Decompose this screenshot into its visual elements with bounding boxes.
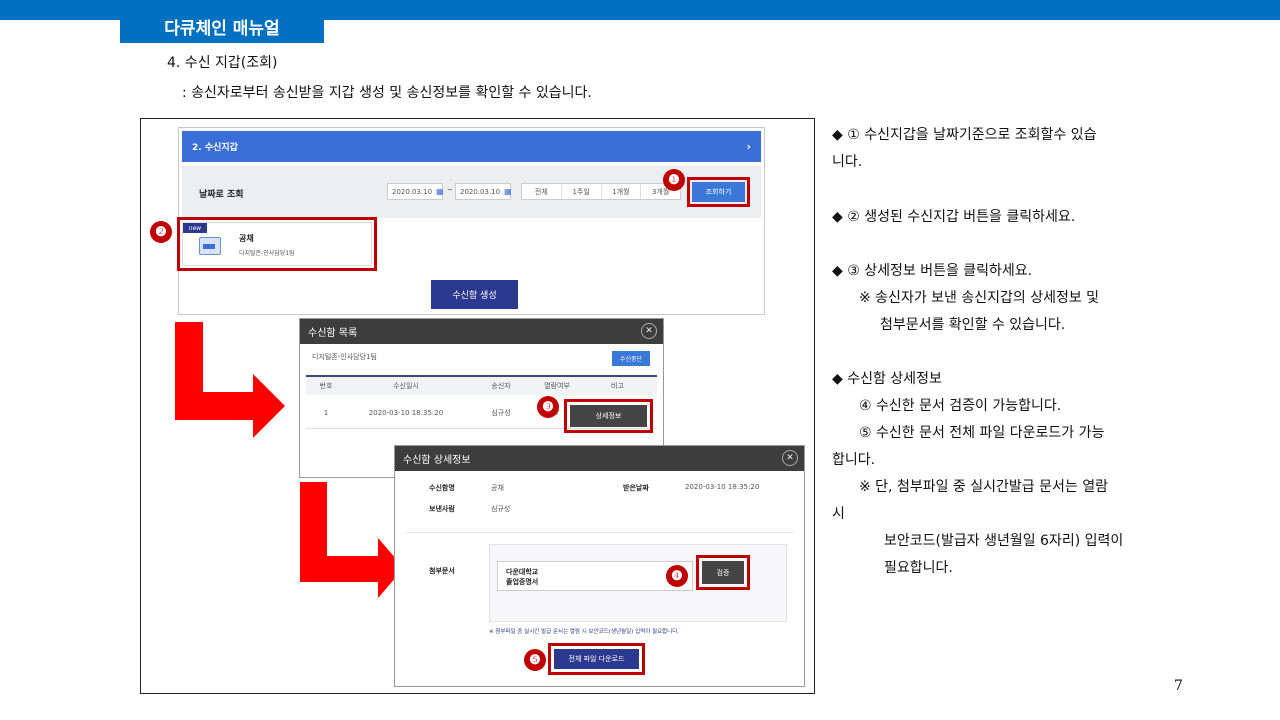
chevron-right-icon: › [746,140,751,153]
wallet-panel-header[interactable]: 2. 수신지갑 › [182,131,761,162]
date-to-input[interactable]: 2020.03.10 ▦ [455,183,512,200]
note-4b: ⑤ 수신한 문서 전체 파일 다운로드가 가능 [859,425,1105,441]
note-3a: ※ 송신자가 보낸 송신지갑의 상세정보 및 [859,290,1100,306]
range-month[interactable]: 1개월 [602,184,642,199]
inbox-org: 디지털존-인사담당1팀 [312,353,377,361]
calendar-icon: ▦ [436,187,444,196]
screenshot-frame: 2. 수신지갑 › 날짜로 조회 2020.03.10 ▦ ~ 2020.03.… [140,118,815,694]
note-4g: 필요합니다. [884,560,953,576]
marker-3: ❸ [537,396,559,418]
note-4e: 시 [832,506,845,522]
section-description: : 송신자로부터 송신받을 지갑 생성 및 송신정보를 확인할 수 있습니다. [182,85,592,101]
note-4f: 보안코드(발급자 생년월일 6자리) 입력이 [884,533,1124,549]
wallet-panel-title: 2. 수신지갑 [192,143,238,153]
received-date-value: 2020-03-10 18:35:20 [685,483,760,491]
note-4a: ④ 수신한 문서 검증이 가능합니다. [859,398,1062,414]
inbox-dialog-title: 수신함 목록 [308,328,358,339]
close-icon[interactable]: ✕ [641,323,657,339]
calendar-icon: ▦ [504,187,512,196]
inbox-name-label: 수신함명 [429,484,455,492]
attach-label: 첨부문서 [429,567,455,575]
date-separator: ~ [447,186,453,194]
marker-1: ❶ [663,169,685,191]
note-4d: ※ 단, 첨부파일 중 실시간발급 문서는 열람 [859,479,1108,495]
date-from-input[interactable]: 2020.03.10 ▦ [387,183,444,200]
marker-4: ❹ [666,565,688,587]
col-note: 비고 [611,382,624,390]
note-2: ◆ ② 생성된 수신지갑 버튼을 클릭하세요. [832,209,1076,225]
stop-receiving-button[interactable]: 수신중단 [612,351,650,366]
marker-5: ❺ [524,649,546,671]
inbox-table-header: 번호 수신일시 송신자 열람여부 비고 [306,375,657,395]
marker-2: ❷ [150,221,172,243]
col-read: 열람여부 [544,382,570,390]
create-inbox-button[interactable]: 수신함 생성 [431,280,518,309]
note-3b: 첨부문서를 확인할 수 있습니다. [880,317,1066,333]
arrow-shape [300,482,404,598]
security-notice: ※ 첨부파일 중 실시간 발급 문서는 열람 시 보안코드(생년월일) 입력이 … [489,629,680,635]
detail-dialog: 수신함 상세정보 ✕ 수신함명 공채 받은날짜 2020-03-10 18:35… [394,445,805,687]
download-all-button[interactable]: 전체 파일 다운로드 [554,649,639,669]
row-no: 1 [323,408,329,417]
range-week[interactable]: 1주일 [562,184,602,199]
new-badge: new [183,223,207,233]
wallet-card-title: 공채 [239,234,254,243]
doc-line-1: 다운대학교 [506,568,539,576]
note-1a: ◆ ① 수신지갑을 날짜기준으로 조회할수 있습 [832,127,1097,143]
detail-dialog-header: 수신함 상세정보 ✕ [395,446,804,471]
divider [405,532,794,533]
page-number: 7 [1174,678,1183,694]
col-date: 수신일시 [393,382,419,390]
note-4c: 합니다. [832,452,876,468]
arrow-shape [175,322,285,438]
note-3: ◆ ③ 상세정보 버튼을 클릭하세요. [832,263,1033,279]
received-date-label: 받은날짜 [623,484,649,492]
wallet-card[interactable]: new 공채 디지털존-인사담당1팀 [182,222,372,266]
verify-button[interactable]: 검증 [702,561,744,584]
doc-line-2: 졸업증명서 [506,578,539,586]
row-sender: 심규성 [491,408,511,417]
col-no: 번호 [319,382,333,390]
section-heading: 4. 수신 지갑(조회) [167,55,278,71]
wallet-card-subtitle: 디지털존-인사담당1팀 [239,250,295,257]
manual-title: 다큐체인 매뉴얼 [120,10,324,43]
range-all[interactable]: 전체 [522,184,562,199]
inbox-name-value: 공채 [491,484,504,492]
close-icon[interactable]: ✕ [782,450,798,466]
sender-label: 보낸사람 [429,505,455,513]
wallet-icon [199,237,221,255]
flow-arrow-1 [175,322,285,438]
col-sender: 송신자 [491,382,511,390]
date-label: 날짜로 조회 [199,190,244,200]
detail-button[interactable]: 상세정보 [570,405,647,427]
note-1b: 니다. [832,154,863,170]
row-date: 2020-03-10 18:35:20 [368,408,444,417]
inbox-dialog-header: 수신함 목록 ✕ [300,319,663,344]
attached-document[interactable]: 다운대학교 졸업증명서 [497,561,693,591]
note-4: ◆ 수신함 상세정보 [832,371,942,387]
range-group: 전체 1주일 1개월 3개월 [521,183,681,200]
detail-dialog-title: 수신함 상세정보 [403,455,471,466]
sender-value: 심규성 [491,505,511,513]
search-button[interactable]: 조회하기 [692,182,745,202]
